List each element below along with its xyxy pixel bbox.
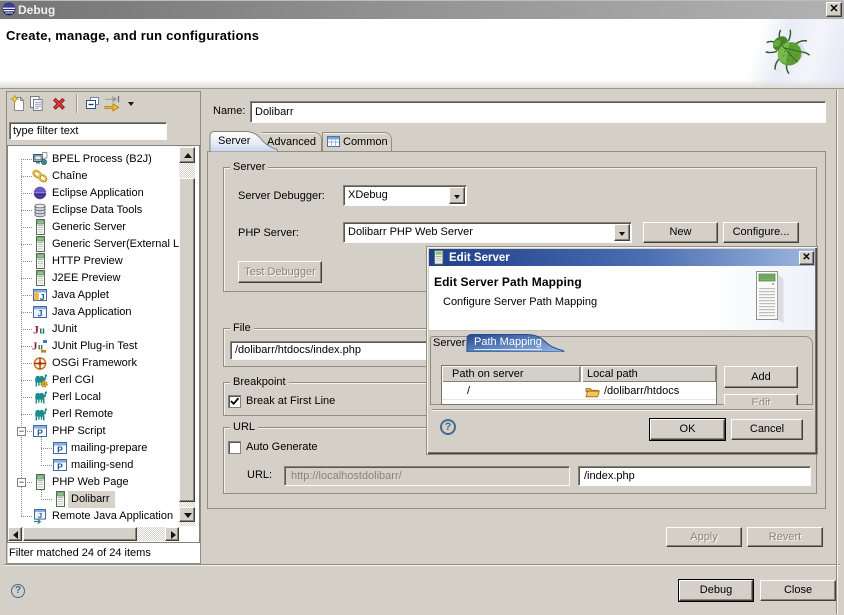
svg-text:u: u bbox=[38, 341, 43, 351]
svg-text:J: J bbox=[37, 309, 42, 319]
svg-text:P: P bbox=[57, 461, 63, 471]
svg-text:P: P bbox=[37, 427, 43, 437]
svg-text:J: J bbox=[40, 292, 45, 302]
svg-text:P: P bbox=[57, 444, 63, 454]
svg-text:J: J bbox=[38, 511, 42, 520]
svg-text:u: u bbox=[39, 325, 45, 336]
svg-text:J: J bbox=[33, 322, 39, 336]
